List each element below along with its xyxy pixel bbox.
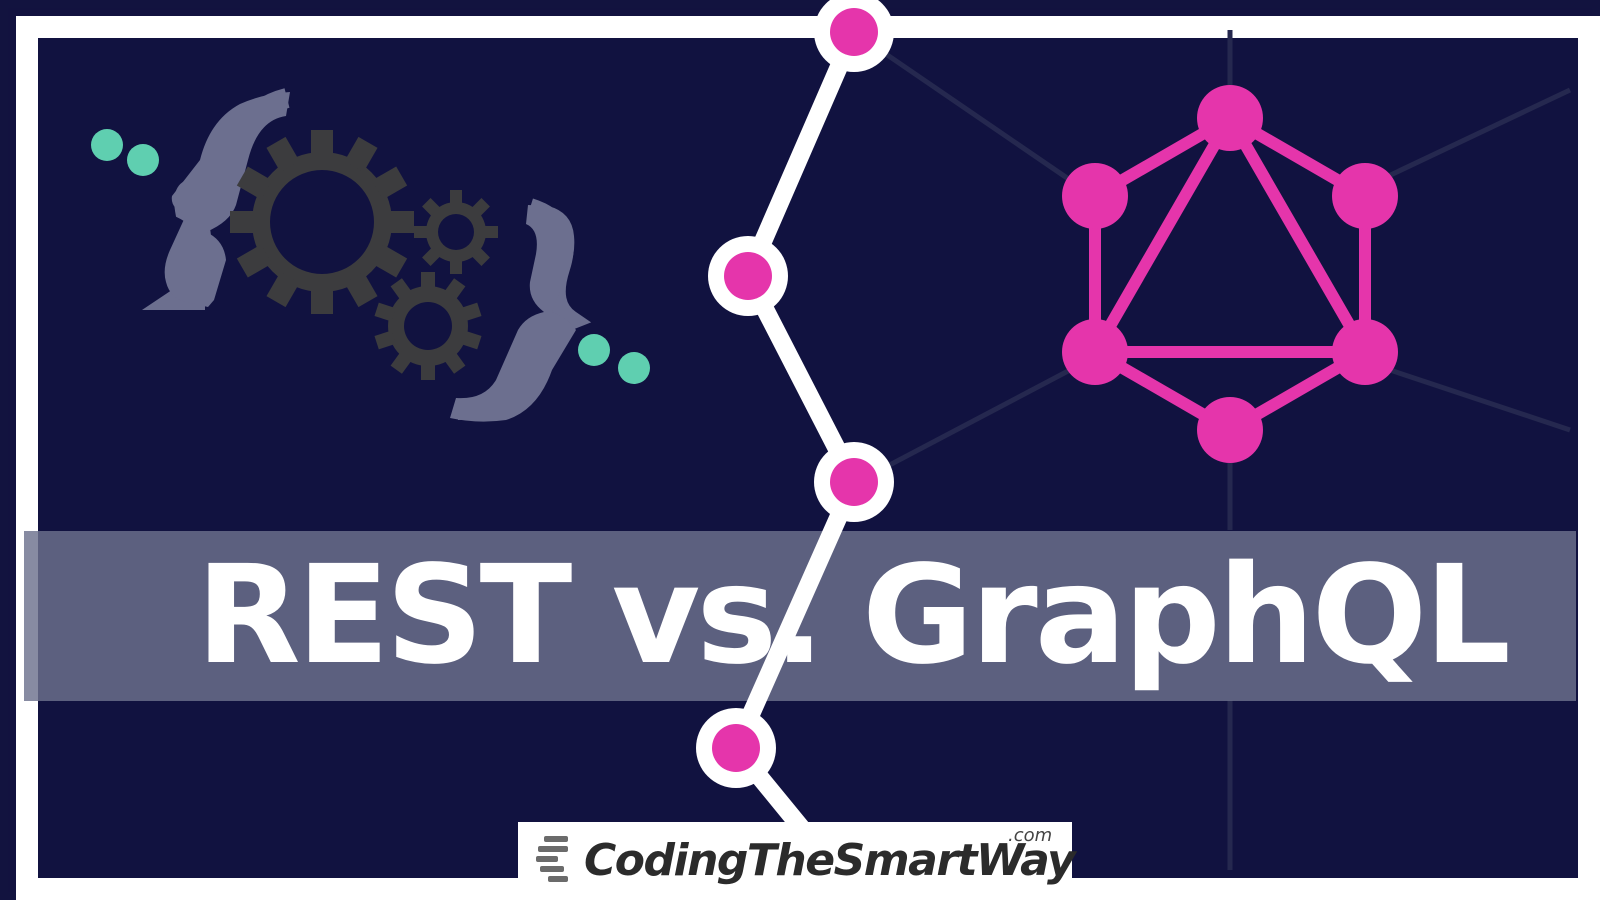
timeline-path-icon [696, 0, 894, 842]
timeline-divider [696, 0, 894, 842]
title-rest: REST vs. [196, 537, 825, 695]
brand-logo-suffix: .com [1008, 825, 1053, 846]
codingthesmartway-logo-icon [536, 836, 568, 882]
title-graphql: GraphQL [862, 537, 1511, 695]
brand-logo-text: CodingTheSmartWay [584, 835, 1076, 886]
